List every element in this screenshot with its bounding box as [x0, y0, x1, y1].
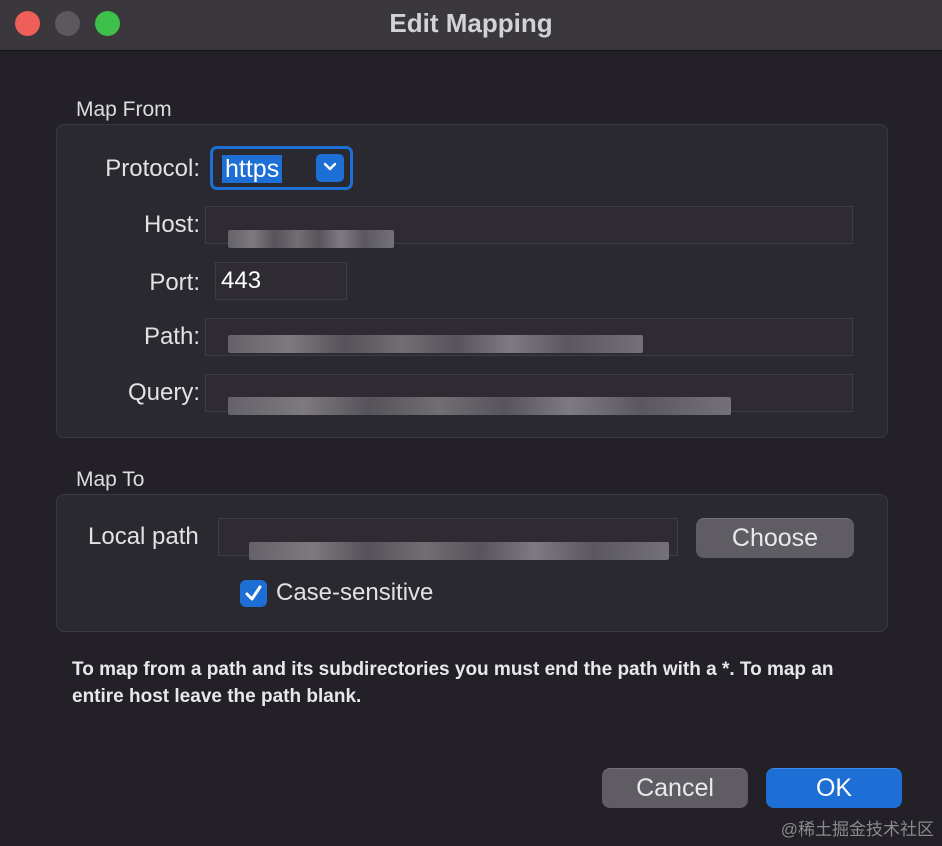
local-path-redacted — [249, 542, 669, 560]
case-sensitive-checkbox[interactable] — [240, 580, 267, 607]
query-redacted — [228, 397, 731, 415]
cancel-button[interactable]: Cancel — [602, 768, 748, 808]
query-input[interactable] — [205, 374, 853, 415]
port-input[interactable]: 443 — [215, 262, 347, 300]
path-input[interactable] — [205, 318, 853, 356]
host-redacted — [228, 230, 394, 248]
title-bar: Edit Mapping — [0, 0, 942, 51]
local-path-input[interactable] — [218, 518, 678, 560]
protocol-label: Protocol: — [105, 155, 200, 182]
case-sensitive-label[interactable]: Case-sensitive — [276, 579, 433, 607]
local-path-label: Local path — [88, 523, 199, 550]
path-label: Path: — [143, 323, 200, 350]
port-label: Port: — [149, 269, 200, 296]
help-text: To map from a path and its subdirectorie… — [72, 659, 834, 707]
map-to-group-label: Map To — [76, 468, 145, 491]
window-title: Edit Mapping — [389, 8, 553, 38]
host-label: Host: — [143, 211, 200, 238]
query-label: Query: — [127, 379, 200, 406]
watermark: @稀土掘金技术社区 — [780, 820, 934, 839]
protocol-select[interactable]: https — [210, 146, 353, 190]
chevron-down-icon[interactable] — [316, 154, 344, 182]
protocol-value: https — [222, 155, 283, 183]
checkmark-icon — [245, 585, 262, 601]
ok-button[interactable]: OK — [766, 768, 902, 808]
path-redacted — [228, 335, 643, 353]
choose-button[interactable]: Choose — [696, 518, 854, 558]
host-input[interactable] — [205, 206, 853, 248]
map-from-group-label: Map From — [76, 98, 172, 121]
map-to-group — [56, 494, 888, 632]
